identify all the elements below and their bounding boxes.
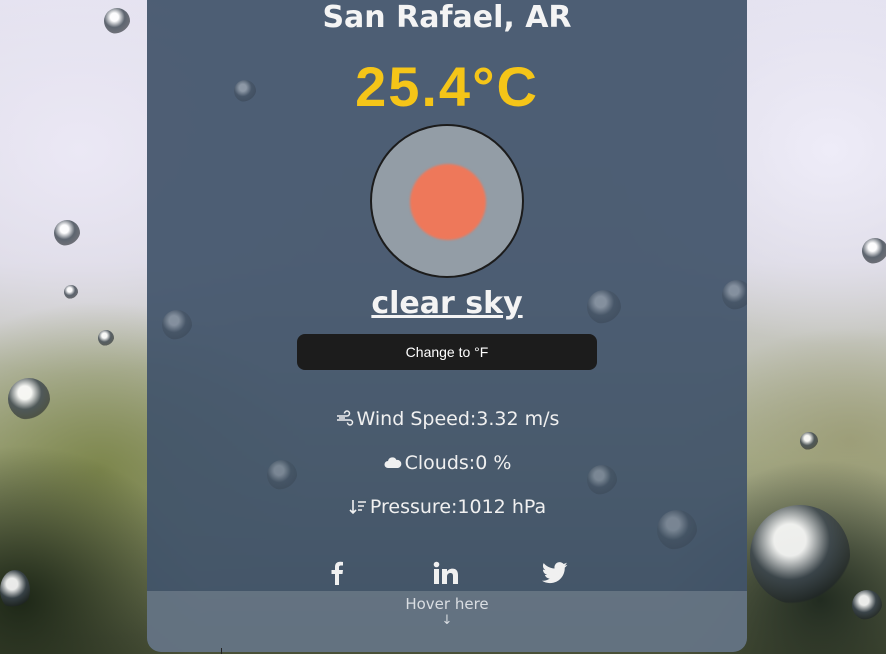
arrow-down-icon: ↓: [441, 613, 453, 628]
twitter-icon[interactable]: [540, 558, 570, 588]
temperature-value: 25.4°C: [355, 55, 539, 118]
clouds-value: 0 %: [475, 452, 512, 474]
change-unit-button[interactable]: Change to °F: [297, 334, 597, 370]
linkedin-icon[interactable]: [431, 558, 461, 588]
cloud-icon: [384, 457, 401, 468]
weather-description: clear sky: [371, 286, 523, 321]
clear-sky-sun-icon: [370, 124, 524, 278]
weather-card: San Rafael, AR 25.4°C clear sky Change t…: [147, 0, 747, 652]
wind-icon: [336, 410, 353, 426]
facebook-icon[interactable]: [322, 558, 352, 588]
wind-speed-label: Wind Speed:: [356, 408, 477, 430]
pressure-sort-icon: [349, 500, 366, 515]
raindrop: [104, 8, 130, 34]
hover-here-label: Hover here: [405, 595, 489, 613]
wind-speed-row: Wind Speed: 3.32 m/s: [147, 408, 747, 430]
raindrop: [0, 570, 30, 610]
clouds-row: Clouds: 0 %: [147, 452, 747, 474]
social-links: [147, 558, 747, 588]
pressure-value: 1012 hPa: [457, 496, 547, 518]
wind-speed-value: 3.32 m/s: [476, 408, 560, 430]
city-name: San Rafael, AR: [322, 0, 572, 35]
hover-reveal-bar[interactable]: Hover here ↓: [147, 591, 747, 652]
pressure-row: Pressure: 1012 hPa: [147, 496, 747, 518]
raindrop: [64, 285, 78, 299]
raindrop: [862, 238, 886, 264]
clouds-label: Clouds:: [404, 452, 476, 474]
pressure-label: Pressure:: [369, 496, 458, 518]
raindrop: [8, 378, 50, 420]
raindrop: [800, 432, 818, 450]
raindrop: [750, 505, 850, 605]
raindrop: [98, 330, 114, 346]
raindrop: [54, 220, 80, 246]
text-cursor: [221, 648, 222, 654]
raindrop: [852, 590, 882, 620]
sun-icon: [410, 164, 486, 240]
